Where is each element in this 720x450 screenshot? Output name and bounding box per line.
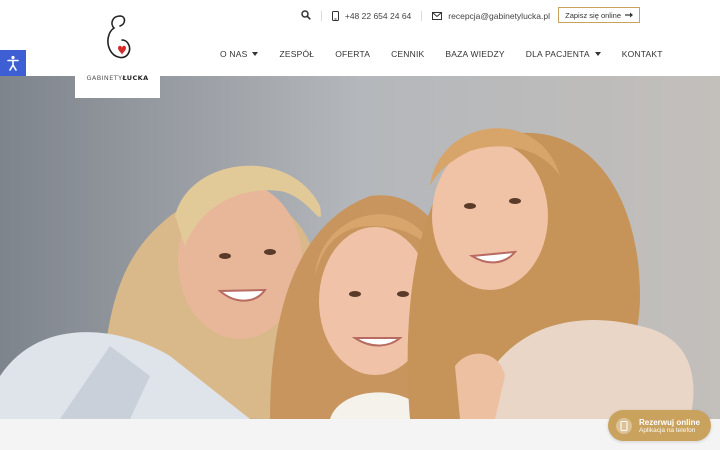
hero-image [0, 76, 720, 419]
contact-bar: +48 22 654 24 64 recepcja@gabinetylucka.… [301, 8, 550, 24]
nav-label: O NAS [220, 49, 248, 59]
nav-label: KONTAKT [621, 49, 663, 59]
email-address: recepcja@gabinetylucka.pl [448, 11, 550, 21]
book-online-text: Rezerwuj online Aplikacja na telefon [639, 418, 700, 434]
calendar-phone-icon [616, 417, 632, 434]
hero-family-photo [0, 76, 720, 419]
divider [421, 11, 423, 21]
logo-mark-icon [106, 15, 130, 59]
phone-icon [331, 11, 339, 21]
nav-item-o-nas[interactable]: O NAS [220, 49, 259, 59]
nav-label: CENNIK [391, 49, 425, 59]
nav-item-cennik[interactable]: CENNIK [391, 49, 424, 59]
nav-label: OFERTA [335, 49, 371, 59]
book-online-button[interactable]: Rezerwuj online Aplikacja na telefon [608, 410, 711, 441]
signup-online-button[interactable]: Zapisz się online [558, 7, 640, 23]
nav-item-kontakt[interactable]: KONTAKT [622, 49, 663, 59]
nav-item-oferta[interactable]: OFERTA [335, 49, 370, 59]
search-icon[interactable] [301, 10, 311, 22]
nav-item-dla-pacjenta[interactable]: DLA PACJENTA [526, 49, 601, 59]
phone-number: +48 22 654 24 64 [344, 11, 412, 21]
logo-text-light: GABINETY [86, 74, 123, 82]
mail-icon [432, 12, 443, 20]
phone-link[interactable]: +48 22 654 24 64 [331, 11, 412, 21]
chevron-down-icon [252, 52, 259, 56]
main-nav: O NAS ZESPÓŁ OFERTA CENNIK BAZA WIEDZY D… [220, 49, 684, 59]
nav-item-baza-wiedzy[interactable]: BAZA WIEDZY [445, 49, 504, 59]
nav-item-zespol[interactable]: ZESPÓŁ [279, 49, 314, 59]
nav-label: ZESPÓŁ [279, 49, 315, 59]
accessibility-icon [7, 55, 19, 71]
email-link[interactable]: recepcja@gabinetylucka.pl [432, 11, 550, 21]
arrow-right-icon [625, 12, 633, 18]
logo[interactable]: GABINETYŁUCKA [75, 0, 160, 98]
accessibility-button[interactable] [0, 50, 26, 76]
logo-text: GABINETYŁUCKA [86, 74, 148, 82]
logo-text-bold: ŁUCKA [122, 74, 149, 82]
chevron-down-icon [594, 52, 601, 56]
book-online-subtitle: Aplikacja na telefon [639, 426, 696, 434]
signup-label: Zapisz się online [565, 10, 621, 20]
nav-label: BAZA WIEDZY [445, 49, 505, 59]
divider [320, 11, 322, 21]
book-online-title: Rezerwuj online [639, 417, 700, 427]
nav-label: DLA PACJENTA [525, 49, 590, 59]
